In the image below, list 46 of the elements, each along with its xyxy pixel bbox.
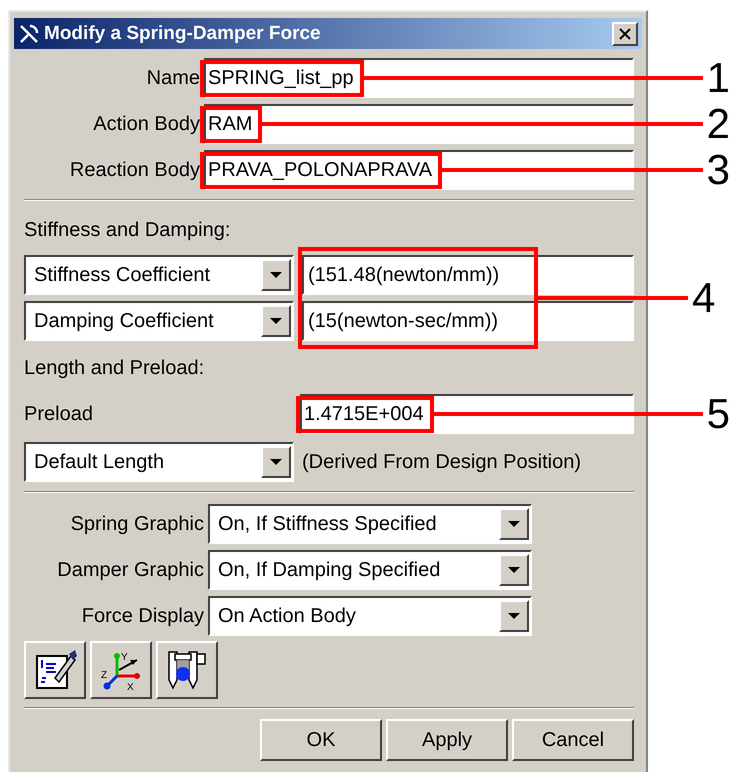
field-label: Reaction Body — [68, 158, 201, 182]
callout-number: 4 — [692, 277, 716, 319]
section-heading: Stiffness and Damping: — [24, 218, 232, 242]
callout-number: 5 — [706, 393, 730, 435]
dropdown[interactable]: Damping Coefficient — [24, 301, 294, 341]
field-value: (151.48(newton/mm)) — [308, 264, 500, 286]
field-value: (15(newton-sec/mm)) — [308, 310, 498, 332]
dropdown[interactable]: Default Length — [24, 442, 294, 482]
caret-icon — [261, 305, 291, 337]
dialog-button[interactable]: Apply — [386, 719, 508, 761]
field-value: RAM — [208, 112, 252, 134]
caret-icon — [499, 508, 529, 540]
dropdown[interactable]: Stiffness Coefficient — [24, 255, 294, 295]
dialog-button[interactable]: Cancel — [512, 719, 634, 761]
dialog-button[interactable]: OK — [260, 719, 382, 761]
field-label: Name — [146, 66, 201, 90]
caret-icon — [261, 446, 291, 478]
close-icon — [619, 28, 631, 40]
dropdown[interactable]: On Action Body — [208, 596, 532, 636]
field-value: 1.4715E+004 — [304, 402, 424, 424]
field-label: Damper Graphic — [56, 558, 205, 582]
tool-button[interactable]: Y Z X — [90, 641, 152, 699]
caret-icon — [261, 259, 291, 291]
tool-button[interactable] — [156, 641, 218, 699]
input-field[interactable]: (151.48(newton/mm)) — [302, 255, 634, 295]
notepad-pen-icon — [33, 648, 77, 692]
caret-icon — [499, 600, 529, 632]
field-value: PRAVA_POLONAPRAVA — [208, 158, 432, 180]
field-label: Action Body — [92, 112, 201, 136]
input-field[interactable]: (15(newton-sec/mm)) — [302, 301, 634, 341]
dropdown[interactable]: On, If Damping Specified — [208, 550, 532, 590]
close-button[interactable] — [612, 22, 638, 46]
window-title: Modify a Spring-Damper Force — [44, 22, 322, 44]
dropdown[interactable]: On, If Stiffness Specified — [208, 504, 532, 544]
caret-icon — [499, 554, 529, 586]
field-label: Preload — [24, 402, 94, 426]
callout-number: 2 — [706, 103, 730, 145]
callout-number: 3 — [706, 149, 730, 191]
pick-icon — [18, 22, 40, 44]
field-label: Force Display — [80, 604, 205, 628]
section-heading: Length and Preload: — [24, 356, 206, 380]
tool-button[interactable] — [24, 641, 86, 699]
hint-text: (Derived From Design Position) — [302, 450, 581, 474]
field-label: Spring Graphic — [70, 512, 205, 536]
callout-number: 1 — [706, 57, 730, 99]
field-value: SPRING_list_pp — [208, 66, 354, 88]
